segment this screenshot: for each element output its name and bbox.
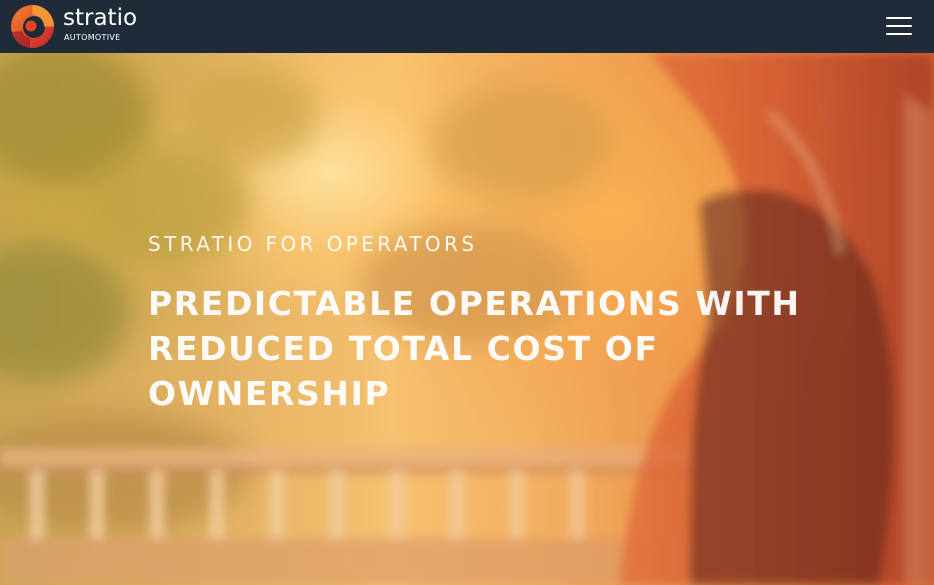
logo-subtitle: AUTOMOTIVE bbox=[64, 33, 121, 42]
hero-section: STRATIO FOR OPERATORS PREDICTABLE OPERAT… bbox=[0, 53, 934, 585]
hamburger-menu-icon bbox=[886, 17, 912, 19]
hamburger-menu-icon-bar bbox=[886, 25, 912, 27]
hamburger-menu-icon-bar bbox=[886, 33, 912, 35]
hero-headline-line: OWNERSHIP bbox=[148, 374, 391, 413]
top-navigation-bar: stratio AUTOMOTIVE bbox=[0, 0, 934, 53]
stratio-logo-mark-icon bbox=[11, 5, 54, 48]
hero-eyebrow: STRATIO FOR OPERATORS bbox=[148, 232, 478, 256]
hero-headline-line: PREDICTABLE OPERATIONS WITH bbox=[148, 284, 801, 323]
hamburger-menu-button[interactable] bbox=[886, 15, 912, 37]
page: stratio AUTOMOTIVE STRATIO FOR OPERATORS… bbox=[0, 0, 934, 585]
hero-headline: PREDICTABLE OPERATIONS WITH REDUCED TOTA… bbox=[148, 281, 848, 416]
hero-content: STRATIO FOR OPERATORS PREDICTABLE OPERAT… bbox=[148, 231, 848, 438]
hero-headline-line: REDUCED TOTAL COST OF bbox=[148, 329, 659, 368]
logo-wordmark: stratio bbox=[63, 5, 138, 31]
